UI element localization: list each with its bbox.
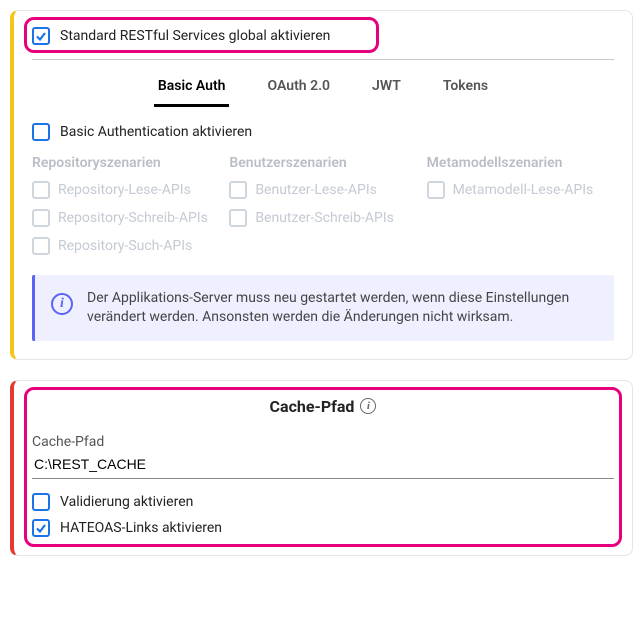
rest-services-card: Standard RESTful Services global aktivie… xyxy=(10,10,633,360)
scenario-col-title-meta: Metamodellszenarien xyxy=(427,155,614,171)
cache-path-input[interactable] xyxy=(32,452,614,479)
scenario-label: Repository-Lese-APIs xyxy=(58,182,191,198)
restart-info-box: i Der Applikations-Server muss neu gesta… xyxy=(32,275,614,341)
scenario-checkbox xyxy=(32,209,50,227)
scenario-label: Metamodell-Lese-APIs xyxy=(453,182,594,198)
hateoas-checkbox[interactable] xyxy=(32,519,50,537)
scenario-item: Repository-Schreib-APIs xyxy=(32,209,219,227)
help-icon[interactable]: i xyxy=(360,398,376,414)
scenario-checkbox xyxy=(427,181,445,199)
scenario-checkbox xyxy=(229,181,247,199)
scenario-checkbox xyxy=(229,209,247,227)
scenario-item: Repository-Such-APIs xyxy=(32,237,219,255)
tab-oauth2[interactable]: OAuth 2.0 xyxy=(263,68,334,107)
scenario-grid: Repositoryszenarien Repository-Lese-APIs… xyxy=(32,155,614,265)
tab-basic-auth[interactable]: Basic Auth xyxy=(154,68,230,107)
cache-section-title: Cache-Pfad xyxy=(270,397,355,416)
basic-auth-enable-label: Basic Authentication aktivieren xyxy=(60,124,252,140)
global-enable-checkbox[interactable] xyxy=(32,27,50,45)
global-enable-label: Standard RESTful Services global aktivie… xyxy=(60,28,330,44)
scenario-col-title-repo: Repositoryszenarien xyxy=(32,155,219,171)
separator xyxy=(32,59,614,60)
scenario-checkbox xyxy=(32,181,50,199)
scenario-col-title-user: Benutzerszenarien xyxy=(229,155,416,171)
scenario-item: Repository-Lese-APIs xyxy=(32,181,219,199)
basic-auth-enable-checkbox[interactable] xyxy=(32,123,50,141)
cache-path-label: Cache-Pfad xyxy=(32,434,614,450)
validation-label: Validierung aktivieren xyxy=(60,494,193,510)
scenario-label: Benutzer-Lese-APIs xyxy=(255,182,377,198)
info-icon: i xyxy=(51,293,73,315)
validation-checkbox[interactable] xyxy=(32,493,50,511)
scenario-label: Repository-Schreib-APIs xyxy=(58,210,208,226)
scenario-item: Benutzer-Schreib-APIs xyxy=(229,209,416,227)
tab-tokens[interactable]: Tokens xyxy=(439,68,492,107)
scenario-checkbox xyxy=(32,237,50,255)
scenario-label: Repository-Such-APIs xyxy=(58,238,192,254)
scenario-label: Benutzer-Schreib-APIs xyxy=(255,210,394,226)
restart-info-text: Der Applikations-Server muss neu gestart… xyxy=(87,289,598,327)
cache-path-card: Cache-Pfad i Cache-Pfad Validierung akti… xyxy=(10,380,633,556)
scenario-item: Benutzer-Lese-APIs xyxy=(229,181,416,199)
scenario-item: Metamodell-Lese-APIs xyxy=(427,181,614,199)
auth-tabs: Basic Auth OAuth 2.0 JWT Tokens xyxy=(32,68,614,107)
tab-jwt[interactable]: JWT xyxy=(368,68,405,107)
hateoas-label: HATEOAS-Links aktivieren xyxy=(60,520,222,536)
